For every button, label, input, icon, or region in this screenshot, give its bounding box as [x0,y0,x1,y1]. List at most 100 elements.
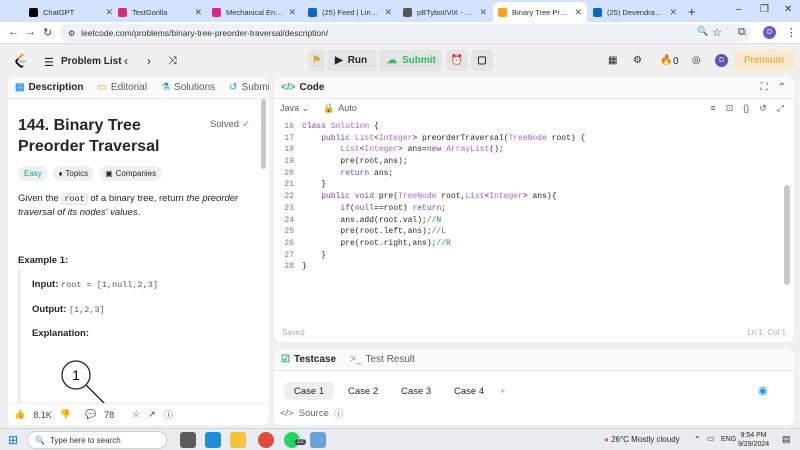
close-tab-icon[interactable]: ✕ [479,7,487,18]
site-info-icon[interactable]: ⚙ [68,29,75,38]
alarm-icon: ⏰ [450,55,464,66]
code-text: pre(root.right,ans);//R [302,238,451,248]
help-icon[interactable]: ⓘ [164,408,173,421]
next-problem-icon[interactable]: › [147,54,151,68]
close-tab-icon[interactable]: ✕ [574,7,582,18]
like-icon[interactable]: 👍 [14,409,25,420]
browser-tab[interactable]: TestGorilla ✕ [113,2,207,22]
bookmark-star-icon[interactable]: ☆ [712,26,722,39]
browser-tab[interactable]: pBTyboI/ViX - LeetC ✕ [398,2,492,22]
run-button[interactable]: ▶ Run [327,50,377,71]
timer-button[interactable]: ⏰ [446,50,468,71]
case-2-button[interactable]: Case 2 [338,382,388,400]
case-1-button[interactable]: Case 1 [284,382,335,400]
tab-solutions[interactable]: ⚗ Solutions [154,82,222,93]
close-tab-icon[interactable]: ✕ [288,7,296,18]
shuffle-icon[interactable]: ⤨ [168,55,177,68]
close-tab-icon[interactable]: ✕ [105,7,113,18]
forward-icon[interactable]: → [25,26,36,38]
tab-submissions[interactable]: ↺ Submissio [222,82,269,93]
windows-start-icon[interactable]: ⊞ [8,433,18,447]
code-tab[interactable]: </> Code [274,82,331,93]
case-3-button[interactable]: Case 3 [391,382,441,400]
language-indicator[interactable]: ENG [721,436,736,443]
leetcode-logo-icon[interactable] [14,53,28,69]
code-text: List<Integer> ans=new ArrayList(); [340,145,504,155]
file-explorer-icon[interactable] [230,432,246,448]
premium-button[interactable]: Premium [734,50,794,71]
zoom-search-icon[interactable]: 🔍 [697,26,708,37]
code-scrollbar[interactable] [784,185,790,285]
chrome-icon[interactable] [258,432,274,448]
tag-icon: ⬧ [58,168,63,178]
minimize-button[interactable]: – [736,4,742,15]
url-bar[interactable]: ⚙ leetcode.com/problems/binary-tree-preo… [60,24,750,42]
submit-button[interactable]: ☁ Submit [379,50,442,71]
browser-tab[interactable]: (25) Feed | LinkedIn ✕ [303,2,397,22]
add-case-button[interactable]: + [490,382,516,400]
weather-widget[interactable]: ● 26°C Mostly cloudy [604,435,680,444]
clock[interactable]: 9:54 PM 9/29/2024 [738,431,769,449]
browser-tab[interactable]: (25) Devendra yadav ✕ [588,2,682,22]
tab-editorial[interactable]: ▭ Editorial [90,82,154,93]
app-icon[interactable] [310,432,326,448]
new-tab-button[interactable]: + [688,4,696,19]
close-tab-icon[interactable]: ✕ [384,7,392,18]
debug-button[interactable]: ⚑ [308,50,325,71]
braces-icon[interactable]: {} [743,103,749,114]
user-avatar[interactable]: D [715,54,728,67]
problem-list-link[interactable]: Problem List [61,56,122,67]
language-select[interactable]: Java ⌄ [280,103,309,114]
format-icon[interactable]: ≡ [710,103,715,114]
eye-icon[interactable]: ◉ [758,384,768,397]
source-link[interactable]: </> Source ⓘ [280,406,344,421]
layout-icon[interactable]: ▦ [608,55,617,66]
maximize-button[interactable]: ❐ [760,4,769,15]
prev-problem-icon[interactable]: ‹ [124,54,128,68]
code-line: 16 class Solution { [274,122,784,134]
task-view-icon[interactable] [180,432,196,448]
browser-tab[interactable]: ChatGPT ✕ [24,2,118,22]
case-4-button[interactable]: Case 4 [444,382,494,400]
collapse-panel-icon[interactable]: ⌃ [778,82,786,93]
dislike-icon[interactable]: 👎 [60,409,71,420]
browser-tab[interactable]: Binary Tree Preorde ✕ [493,2,587,22]
back-icon[interactable]: ← [8,26,19,38]
comment-icon[interactable]: 💬 [85,409,96,420]
help-circle-icon[interactable]: ⓘ [334,406,344,420]
tab-description[interactable]: ▤ Description [8,82,90,93]
bookmark-icon[interactable]: ⊡ [726,103,734,114]
maximize-panel-icon[interactable]: ⛶ [761,82,768,93]
tab-test-result[interactable]: >_ Test Result [343,354,422,365]
topics-chip[interactable]: ⬧ Topics [52,166,95,181]
reset-icon[interactable]: ↺ [759,103,767,114]
code-editor[interactable]: 16 class Solution {17 public List<Integer… [274,122,784,274]
rewards-icon[interactable]: ◎ [692,55,701,66]
notifications-icon[interactable]: ▤ [782,434,791,445]
extensions-icon[interactable]: ⧉ [738,26,746,39]
tray-chevron-icon[interactable]: ⌃ [694,435,701,444]
notes-button[interactable]: ▢ [471,50,493,71]
network-icon[interactable]: ▭ [707,434,715,443]
close-tab-icon[interactable]: ✕ [194,7,202,18]
reload-icon[interactable]: ↻ [43,26,52,39]
tab-testcase[interactable]: ☑ Testcase [274,354,343,365]
auto-mode[interactable]: 🔒 Auto [323,103,357,114]
settings-gear-icon[interactable]: ⚙ [633,55,642,66]
close-tab-icon[interactable]: ✕ [669,7,677,18]
companies-chip[interactable]: ▣ Companies [99,166,163,181]
favorite-star-icon[interactable]: ☆ [132,409,140,420]
share-icon[interactable]: ↗ [148,409,156,420]
browser-tab[interactable]: Mechanical Engineer ✕ [207,2,301,22]
scrollbar-thumb[interactable] [261,99,266,169]
taskbar-search[interactable]: 🔍 Type here to search [27,431,167,449]
streak-fire-icon[interactable]: 🔥 [660,55,672,66]
fullscreen-icon[interactable]: ⤢ [777,103,784,114]
edge-icon[interactable] [205,432,221,448]
problem-description: Given the root of a binary tree, return … [18,192,248,220]
close-window-button[interactable]: ✕ [784,4,792,15]
menu-dots-icon[interactable]: ⋮ [786,26,797,39]
code-panel: </> Code ⛶ ⌃ Java ⌄ 🔒 Auto ≡ ⊡ {} ↺ ⤢ 16… [274,77,794,342]
description-scrollbar[interactable] [261,99,266,399]
profile-avatar[interactable]: D [763,26,776,39]
